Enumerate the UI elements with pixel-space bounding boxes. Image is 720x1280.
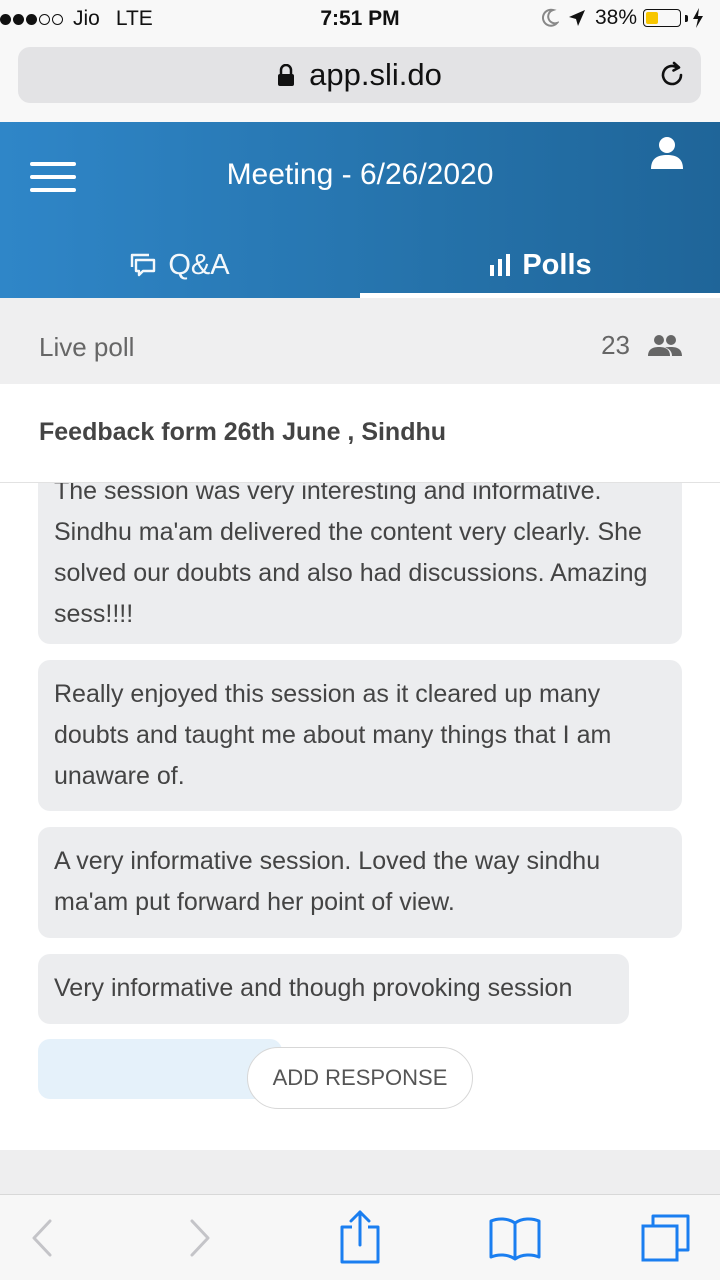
battery-nub (685, 14, 688, 22)
url-text: app.sli.do (309, 57, 442, 92)
reload-icon[interactable] (657, 60, 687, 90)
people-icon (648, 334, 682, 356)
tabs-icon[interactable] (640, 1213, 692, 1263)
battery-level-fill (646, 12, 658, 24)
participant-count-value: 23 (601, 330, 630, 360)
tab-qa[interactable]: Q&A (0, 232, 360, 298)
add-response-button[interactable]: ADD RESPONSE (247, 1047, 473, 1109)
meeting-title: Meeting - 6/26/2020 (226, 158, 494, 191)
location-arrow-icon (568, 10, 585, 26)
battery-percent: 38% (594, 6, 637, 29)
response-item: The session was very interesting and inf… (38, 483, 682, 644)
url-display[interactable]: app.sli.do (18, 47, 701, 103)
url-bar[interactable]: app.sli.do (18, 47, 701, 103)
status-bar: Jio LTE 7:51 PM 38% (0, 0, 720, 40)
live-poll-label: Live poll (39, 332, 135, 362)
user-profile-icon[interactable] (650, 136, 684, 170)
live-poll-row: Live poll 23 (0, 298, 720, 384)
status-right: 38% (541, 6, 712, 30)
tab-polls-label: Polls (522, 248, 592, 281)
participant-count: 23 (601, 330, 682, 361)
browser-url-area: app.sli.do (0, 40, 720, 122)
app-header: Meeting - 6/26/2020 Q&A Polls (0, 122, 720, 298)
battery-icon (643, 9, 681, 27)
back-icon[interactable] (26, 1213, 56, 1263)
poll-card: Feedback form 26th June , Sindhu The ses… (0, 384, 720, 1150)
response-item-partial (38, 1039, 282, 1099)
page-background (0, 1150, 720, 1194)
tab-polls[interactable]: Polls (360, 232, 720, 298)
bar-chart-icon (490, 254, 511, 276)
response-item: Really enjoyed this session as it cleare… (38, 660, 682, 811)
share-icon[interactable] (338, 1209, 382, 1265)
tab-bar: Q&A Polls (0, 232, 720, 298)
forward-icon[interactable] (186, 1213, 216, 1263)
browser-toolbar (0, 1194, 720, 1280)
poll-title: Feedback form 26th June , Sindhu (39, 418, 447, 446)
response-item: A very informative session. Loved the wa… (38, 827, 682, 938)
lock-icon (278, 64, 295, 86)
charging-bolt-icon (693, 8, 703, 28)
chat-bubbles-icon (131, 253, 156, 277)
moon-icon (542, 8, 559, 27)
tab-qa-label: Q&A (168, 248, 230, 281)
response-item: Very informative and though provoking se… (38, 954, 629, 1024)
bookmarks-icon[interactable] (488, 1215, 542, 1261)
